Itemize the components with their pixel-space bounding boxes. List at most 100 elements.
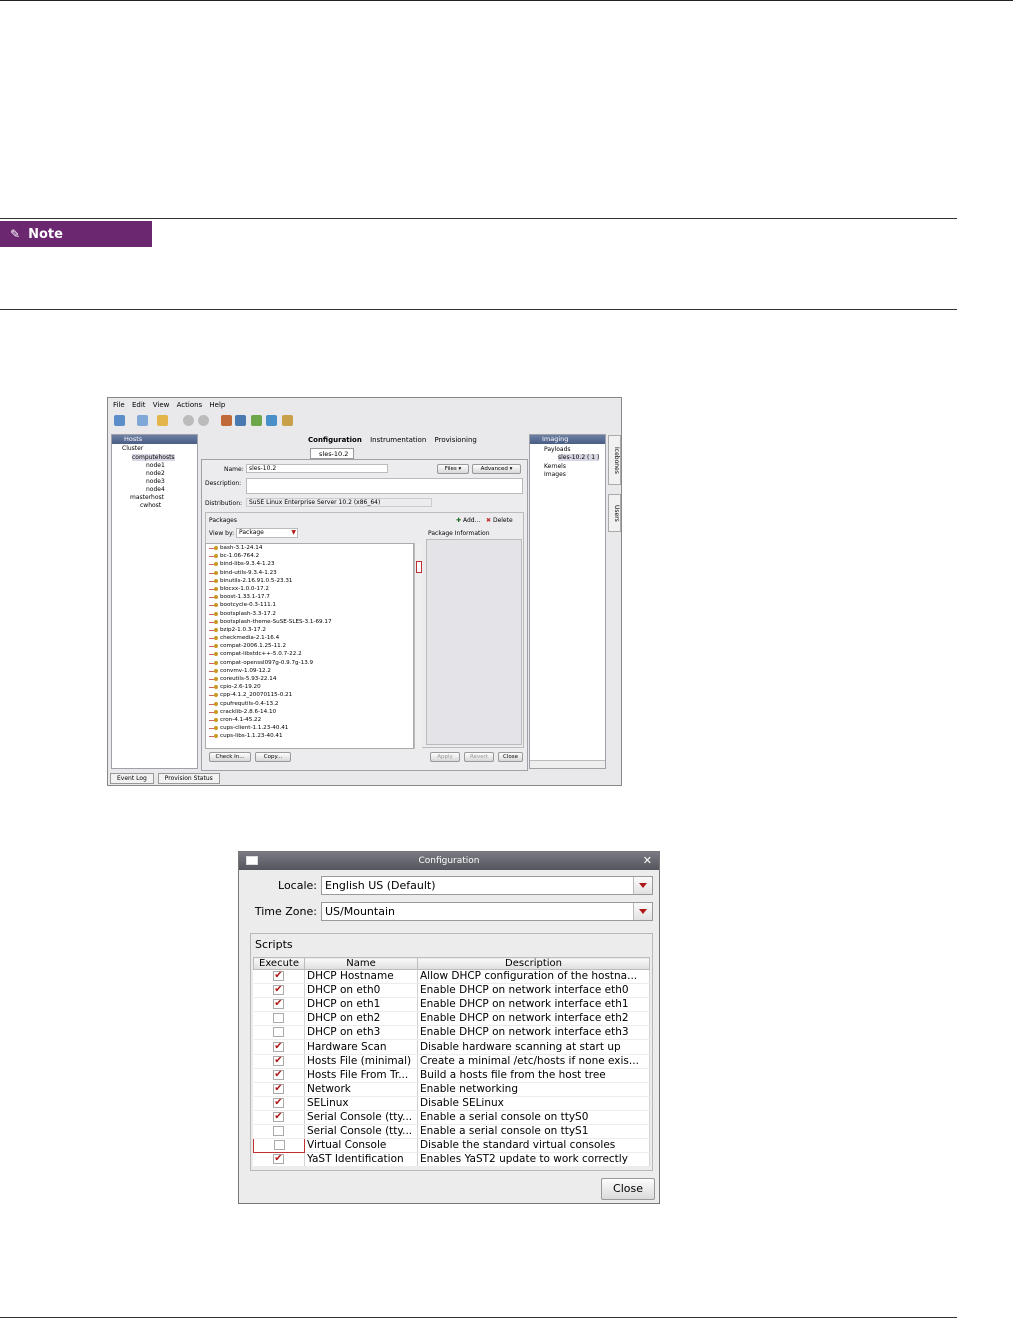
execute-cell[interactable] — [253, 997, 305, 1013]
execute-checkbox[interactable] — [273, 1068, 285, 1081]
checkin-button[interactable]: Check In... — [209, 752, 251, 762]
column-execute[interactable]: Execute — [253, 957, 305, 970]
execute-cell[interactable] — [253, 969, 305, 985]
execute-checkbox[interactable] — [273, 1096, 285, 1109]
execute-cell[interactable] — [253, 1082, 305, 1097]
execute-cell[interactable] — [253, 1025, 305, 1041]
package-item[interactable]: bc-1.06-764.2 — [206, 552, 413, 560]
copy-button[interactable]: Copy... — [255, 752, 291, 762]
package-item[interactable]: blocxx-1.0.0-17.2 — [206, 585, 413, 593]
column-name[interactable]: Name — [304, 957, 418, 970]
tab-event-log[interactable]: Event Log — [110, 773, 154, 784]
package-item[interactable]: bash-3.1-24.14 — [206, 544, 413, 552]
delete-package-button[interactable]: ✖ Delete — [486, 517, 513, 524]
imaging-hscrollbar[interactable] — [530, 760, 605, 768]
package-item[interactable]: cpio-2.6-19.20 — [206, 683, 413, 691]
table-row[interactable]: YaST IdentificationEnables YaST2 update … — [253, 1152, 650, 1168]
table-row[interactable]: DHCP on eth0Enable DHCP on network inter… — [253, 983, 650, 999]
package-item[interactable]: binutils-2.16.91.0.5-23.31 — [206, 577, 413, 585]
tree-masterhost[interactable]: masterhost — [130, 494, 164, 501]
files-button[interactable]: Files ▾ — [437, 464, 469, 474]
provision-icon[interactable] — [282, 415, 293, 426]
table-row[interactable]: DHCP on eth2 Enable DHCP on network inter… — [253, 1011, 650, 1027]
tab-configuration[interactable]: Configuration — [308, 436, 362, 444]
table-row[interactable]: DHCP on eth3 Enable DHCP on network inter… — [253, 1025, 650, 1041]
tree-node2[interactable]: node2 — [146, 470, 165, 477]
package-item[interactable]: cups-libs-1.1.23-40.41 — [206, 732, 413, 740]
table-row[interactable]: NetworkEnable networking — [253, 1082, 650, 1097]
package-item[interactable]: checkmedia-2.1-16.4 — [206, 634, 413, 642]
menu-file[interactable]: File — [113, 401, 125, 409]
tree-cluster[interactable]: Cluster — [122, 445, 143, 452]
tree-payloads[interactable]: Payloads — [544, 446, 571, 453]
execute-cell[interactable] — [253, 1039, 305, 1055]
payload-icon[interactable] — [251, 415, 262, 426]
execute-checkbox[interactable] — [273, 1027, 285, 1038]
locale-select[interactable]: English US (Default) — [321, 876, 653, 895]
package-item[interactable]: cracklib-2.8.6-14.10 — [206, 708, 413, 716]
close-button[interactable]: Close — [601, 1178, 655, 1200]
folder-icon[interactable] — [157, 415, 168, 426]
table-row[interactable]: Hosts File (minimal)Create a minimal /et… — [253, 1054, 650, 1069]
host-icon[interactable] — [221, 415, 232, 426]
package-item[interactable]: convmv-1.09-12.2 — [206, 667, 413, 675]
package-item[interactable]: cpufrequtils-0.4-13.2 — [206, 700, 413, 708]
viewby-select[interactable]: Package ▼ — [236, 528, 298, 538]
execute-checkbox[interactable] — [273, 1040, 285, 1053]
close-icon[interactable]: ✕ — [643, 852, 652, 870]
advanced-button[interactable]: Advanced ▾ — [472, 464, 521, 474]
power-off-icon[interactable] — [198, 415, 209, 426]
package-item[interactable]: boost-1.33.1-17.7 — [206, 593, 413, 601]
menu-help[interactable]: Help — [209, 401, 225, 409]
tree-sles[interactable]: sles-10.2 ( 1 ) — [558, 454, 600, 461]
execute-checkbox[interactable] — [273, 984, 285, 996]
execute-checkbox[interactable] — [273, 1054, 285, 1067]
revert-button[interactable]: Revert — [464, 752, 494, 762]
chevron-down-icon[interactable] — [633, 903, 652, 920]
image-icon[interactable] — [235, 415, 246, 426]
package-item[interactable]: bind-utils-9.3.4-1.23 — [206, 569, 413, 577]
package-list-scrollbar[interactable] — [414, 543, 422, 749]
package-item[interactable]: bootsplash-3.3-17.2 — [206, 610, 413, 618]
execute-cell[interactable] — [253, 983, 305, 999]
execute-cell[interactable] — [253, 1068, 305, 1083]
tree-node1[interactable]: node1 — [146, 462, 165, 469]
name-field[interactable]: sles-10.2 — [246, 464, 388, 473]
execute-cell[interactable] — [253, 1011, 305, 1027]
tree-computehosts[interactable]: computehosts — [132, 454, 175, 461]
column-description[interactable]: Description — [417, 957, 650, 970]
tree-cwhost[interactable]: cwhost — [140, 502, 161, 509]
chevron-down-icon[interactable] — [633, 877, 652, 894]
execute-cell[interactable] — [253, 1152, 305, 1168]
package-item[interactable]: compat-2006.1.25-11.2 — [206, 642, 413, 650]
table-row[interactable]: Serial Console (tty...Enable a serial co… — [253, 1110, 650, 1126]
execute-checkbox[interactable] — [273, 1140, 285, 1151]
execute-checkbox[interactable] — [273, 1110, 285, 1123]
kernel-icon[interactable] — [266, 415, 277, 426]
package-item[interactable]: compat-libstdc++-5.0.7-22.2 — [206, 650, 413, 658]
package-item[interactable]: coreutils-5.93-22.14 — [206, 675, 413, 683]
new-window-icon[interactable] — [114, 415, 125, 426]
execute-cell[interactable] — [253, 1138, 305, 1154]
timezone-select[interactable]: US/Mountain — [321, 902, 653, 921]
package-item[interactable]: bootcycle-0.3-111.1 — [206, 601, 413, 609]
execute-cell[interactable] — [253, 1054, 305, 1069]
side-tab-users[interactable]: Users — [608, 494, 621, 532]
package-item[interactable]: cpp-4.1.2_20070115-0.21 — [206, 691, 413, 699]
table-row[interactable]: Hosts File From Tr...Build a hosts file … — [253, 1068, 650, 1083]
close-button[interactable]: Close — [498, 752, 523, 762]
package-item[interactable]: bzip2-1.0.3-17.2 — [206, 626, 413, 634]
apply-button[interactable]: Apply — [430, 752, 460, 762]
side-tab-icebones[interactable]: Icebones — [608, 435, 621, 485]
tab-provision-status[interactable]: Provision Status — [157, 773, 220, 784]
add-package-button[interactable]: ✚ Add... — [456, 517, 480, 524]
table-row[interactable]: Serial Console (tty...Enable a serial co… — [253, 1124, 650, 1140]
table-row[interactable]: Virtual Console Disable the standard virt… — [253, 1138, 650, 1154]
package-item[interactable]: cups-client-1.1.23-40.41 — [206, 724, 413, 732]
package-list[interactable]: bash-3.1-24.14 bc-1.06-764.2 bind-libs-9.3… — [205, 543, 414, 749]
execute-checkbox[interactable] — [273, 970, 285, 982]
package-item[interactable]: compat-openssl097g-0.9.7g-13.9 — [206, 659, 413, 667]
execute-checkbox[interactable] — [273, 1126, 285, 1137]
table-row[interactable]: DHCP HostnameAllow DHCP configuration of… — [253, 969, 650, 985]
tree-kernels[interactable]: Kernels — [544, 463, 566, 470]
